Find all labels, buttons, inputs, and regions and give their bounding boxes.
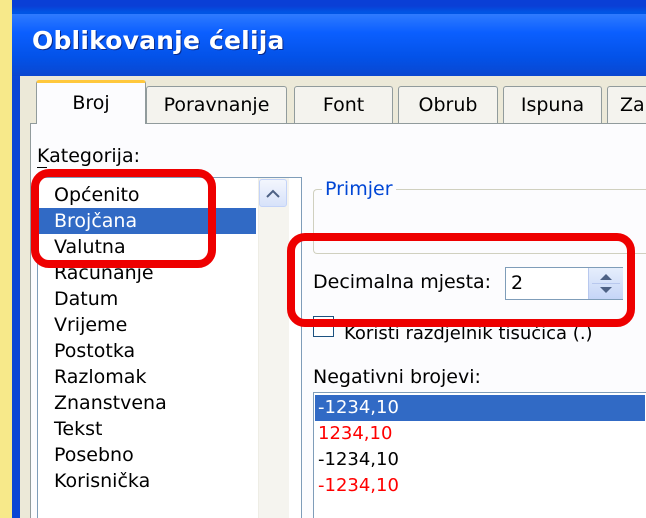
tab-broj[interactable]: Broj xyxy=(36,80,146,124)
category-label-text: Kategorija: xyxy=(37,145,141,167)
highlight-box-categories xyxy=(31,169,216,268)
category-item-razlomak[interactable]: Razlomak xyxy=(38,364,256,390)
tab-obrub[interactable]: Obrub xyxy=(398,86,498,123)
tab-ispuna[interactable]: Ispuna xyxy=(503,86,602,123)
category-item-posebno[interactable]: Posebno xyxy=(38,442,256,468)
tab-poravnanje[interactable]: Poravnanje xyxy=(146,86,287,123)
category-item-tekst[interactable]: Tekst xyxy=(38,416,256,442)
window-title: Oblikovanje ćelija xyxy=(32,26,285,55)
scroll-up-button[interactable] xyxy=(259,179,287,207)
category-label: Kategorija: xyxy=(37,145,140,167)
category-item-korisnicka[interactable]: Korisnička xyxy=(38,468,256,494)
category-item-vrijeme[interactable]: Vrijeme xyxy=(38,312,256,338)
category-item-postotka[interactable]: Postotka xyxy=(38,338,256,364)
tab-font[interactable]: Font xyxy=(294,86,393,123)
negative-numbers-label: Negativni brojevi: xyxy=(313,366,481,388)
highlight-box-decimal xyxy=(287,233,635,327)
negative-item[interactable]: -1234,10 xyxy=(315,447,645,473)
tab-zastita[interactable]: Za xyxy=(607,86,646,123)
negative-item[interactable]: 1234,10 xyxy=(315,421,645,447)
negative-item[interactable]: -1234,10 xyxy=(315,473,645,499)
negative-item[interactable]: -1234,10 xyxy=(315,395,645,421)
category-label-accesskey xyxy=(37,167,47,168)
negative-numbers-list[interactable]: -1234,10 1234,10 -1234,10 -1234,10 xyxy=(313,392,646,518)
category-scrollbar[interactable] xyxy=(258,178,289,518)
chevron-up-icon xyxy=(266,189,280,198)
sample-label: Primjer xyxy=(322,178,396,200)
category-item-znanstvena[interactable]: Znanstvena xyxy=(38,390,256,416)
category-item-datum[interactable]: Datum xyxy=(38,286,256,312)
